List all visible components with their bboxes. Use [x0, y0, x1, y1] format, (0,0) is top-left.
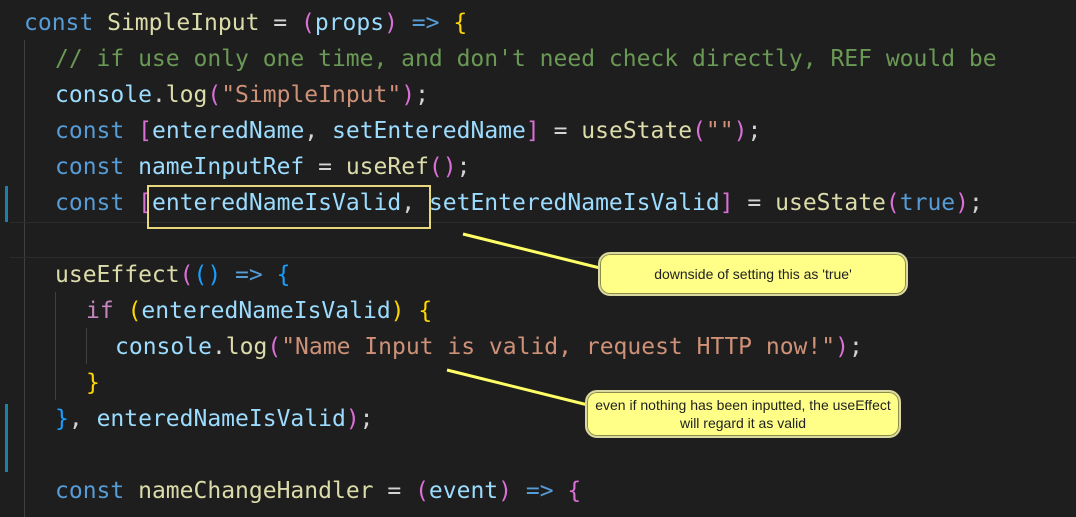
method-token: log: [165, 82, 208, 108]
function-token: useState: [581, 118, 693, 144]
object-token: console: [115, 334, 212, 360]
component-name-token: SimpleInput: [107, 10, 260, 36]
paren-token: ): [384, 10, 398, 36]
brace-token: {: [418, 298, 433, 324]
arrow-token: =>: [512, 478, 568, 504]
gutter-change-marker: [5, 186, 8, 222]
indent-guide: [55, 292, 56, 400]
paren-token: ): [401, 82, 416, 108]
paren-token: (: [267, 334, 282, 360]
semicolon-token: ;: [747, 118, 762, 144]
semicolon-token: ;: [969, 190, 983, 216]
keyword-token: const: [55, 190, 125, 216]
bracket-token: ]: [719, 190, 734, 216]
string-token: "Name Input is valid, request HTTP now!": [281, 334, 836, 360]
semicolon-token: ;: [359, 406, 374, 432]
paren-token: (: [885, 190, 900, 216]
keyword-token: if: [86, 298, 114, 324]
param-token: props: [314, 10, 385, 36]
brace-token: }: [55, 406, 69, 432]
string-token: "SimpleInput": [221, 82, 402, 108]
keyword-token: const: [55, 118, 125, 144]
code-line-1[interactable]: const SimpleInput = (props) => {: [24, 5, 467, 41]
paren-token: ): [835, 334, 849, 360]
code-line-12[interactable]: }, enteredNameIsValid);: [55, 401, 374, 437]
code-line-4[interactable]: const [enteredName, setEnteredName] = us…: [55, 113, 761, 149]
variable-token: enteredNameIsValid: [141, 298, 391, 324]
indent-guide: [24, 40, 25, 517]
paren-token: (: [415, 478, 429, 504]
callout-text: even if nothing has been inputted, the u…: [595, 397, 891, 431]
paren-token: (: [127, 298, 142, 324]
paren-token: ): [733, 118, 748, 144]
dot-token: .: [151, 82, 166, 108]
operator-token: =: [373, 478, 416, 504]
annotation-highlight-box: [147, 185, 431, 229]
leader-line-callout2: [446, 368, 589, 407]
keyword-token: const: [55, 478, 125, 504]
code-line-8[interactable]: useEffect(() => {: [55, 257, 290, 293]
keyword-token: const: [55, 154, 125, 180]
variable-token: enteredName: [151, 118, 305, 144]
paren-token: ): [498, 478, 513, 504]
callout-text: downside of setting this as 'true': [654, 266, 852, 282]
operator-token: =: [304, 154, 346, 180]
code-line-2[interactable]: // if use only one time, and don't need …: [55, 41, 997, 77]
code-line-11[interactable]: }: [86, 365, 100, 401]
paren-token: (: [207, 82, 222, 108]
paren-token: ): [345, 406, 360, 432]
function-token: useEffect: [55, 262, 180, 288]
code-line-10[interactable]: console.log("Name Input is valid, reques…: [115, 329, 863, 365]
dot-token: .: [211, 334, 226, 360]
object-token: console: [55, 82, 152, 108]
operator-token: =: [539, 118, 582, 144]
variable-token: setEnteredName: [332, 118, 526, 144]
variable-token: enteredNameIsValid: [96, 406, 346, 432]
operator-token: =: [733, 190, 776, 216]
bracket-token: [: [138, 118, 152, 144]
semicolon-token: ;: [456, 154, 471, 180]
brace-token: {: [567, 478, 582, 504]
function-token: nameChangeHandler: [138, 478, 374, 504]
paren-token: (): [193, 262, 222, 288]
gutter-change-marker: [5, 404, 8, 472]
comment-token: // if use only one time, and don't need …: [55, 46, 997, 72]
keyword-token: const: [24, 10, 94, 36]
code-editor[interactable]: const SimpleInput = (props) => { // if u…: [0, 0, 1076, 517]
function-token: useState: [775, 190, 886, 216]
function-token: useRef: [345, 154, 429, 180]
annotation-callout-true-downside: downside of setting this as 'true': [598, 252, 908, 296]
code-line-9[interactable]: if (enteredNameIsValid) {: [86, 293, 432, 329]
paren-token: ): [390, 298, 405, 324]
comma-token: ,: [304, 118, 332, 144]
variable-token: setEnteredNameIsValid: [428, 190, 720, 216]
method-token: log: [225, 334, 268, 360]
comma-token: ,: [68, 406, 97, 432]
bracket-token: ]: [525, 118, 540, 144]
arrow-token: =>: [221, 262, 277, 288]
paren-token: ): [955, 190, 970, 216]
variable-token: nameInputRef: [138, 154, 305, 180]
code-line-3[interactable]: console.log("SimpleInput");: [55, 77, 429, 113]
brace-token: }: [86, 370, 100, 396]
semicolon-token: ;: [848, 334, 863, 360]
paren-token: (: [692, 118, 706, 144]
brace-token: {: [453, 10, 468, 36]
paren-token: (): [428, 154, 457, 180]
indent-guide: [86, 328, 87, 364]
string-token: "": [705, 118, 734, 144]
code-line-14[interactable]: const nameChangeHandler = (event) => {: [55, 473, 581, 509]
semicolon-token: ;: [415, 82, 429, 108]
annotation-callout-useeffect-valid: even if nothing has been inputted, the u…: [585, 390, 901, 438]
boolean-token: true: [899, 190, 956, 216]
param-token: event: [428, 478, 499, 504]
code-line-5[interactable]: const nameInputRef = useRef();: [55, 149, 470, 185]
operator-token: =: [259, 10, 301, 36]
paren-token: (: [300, 10, 315, 36]
arrow-token: =>: [397, 10, 454, 36]
brace-token: {: [276, 262, 291, 288]
paren-token: (: [179, 262, 194, 288]
